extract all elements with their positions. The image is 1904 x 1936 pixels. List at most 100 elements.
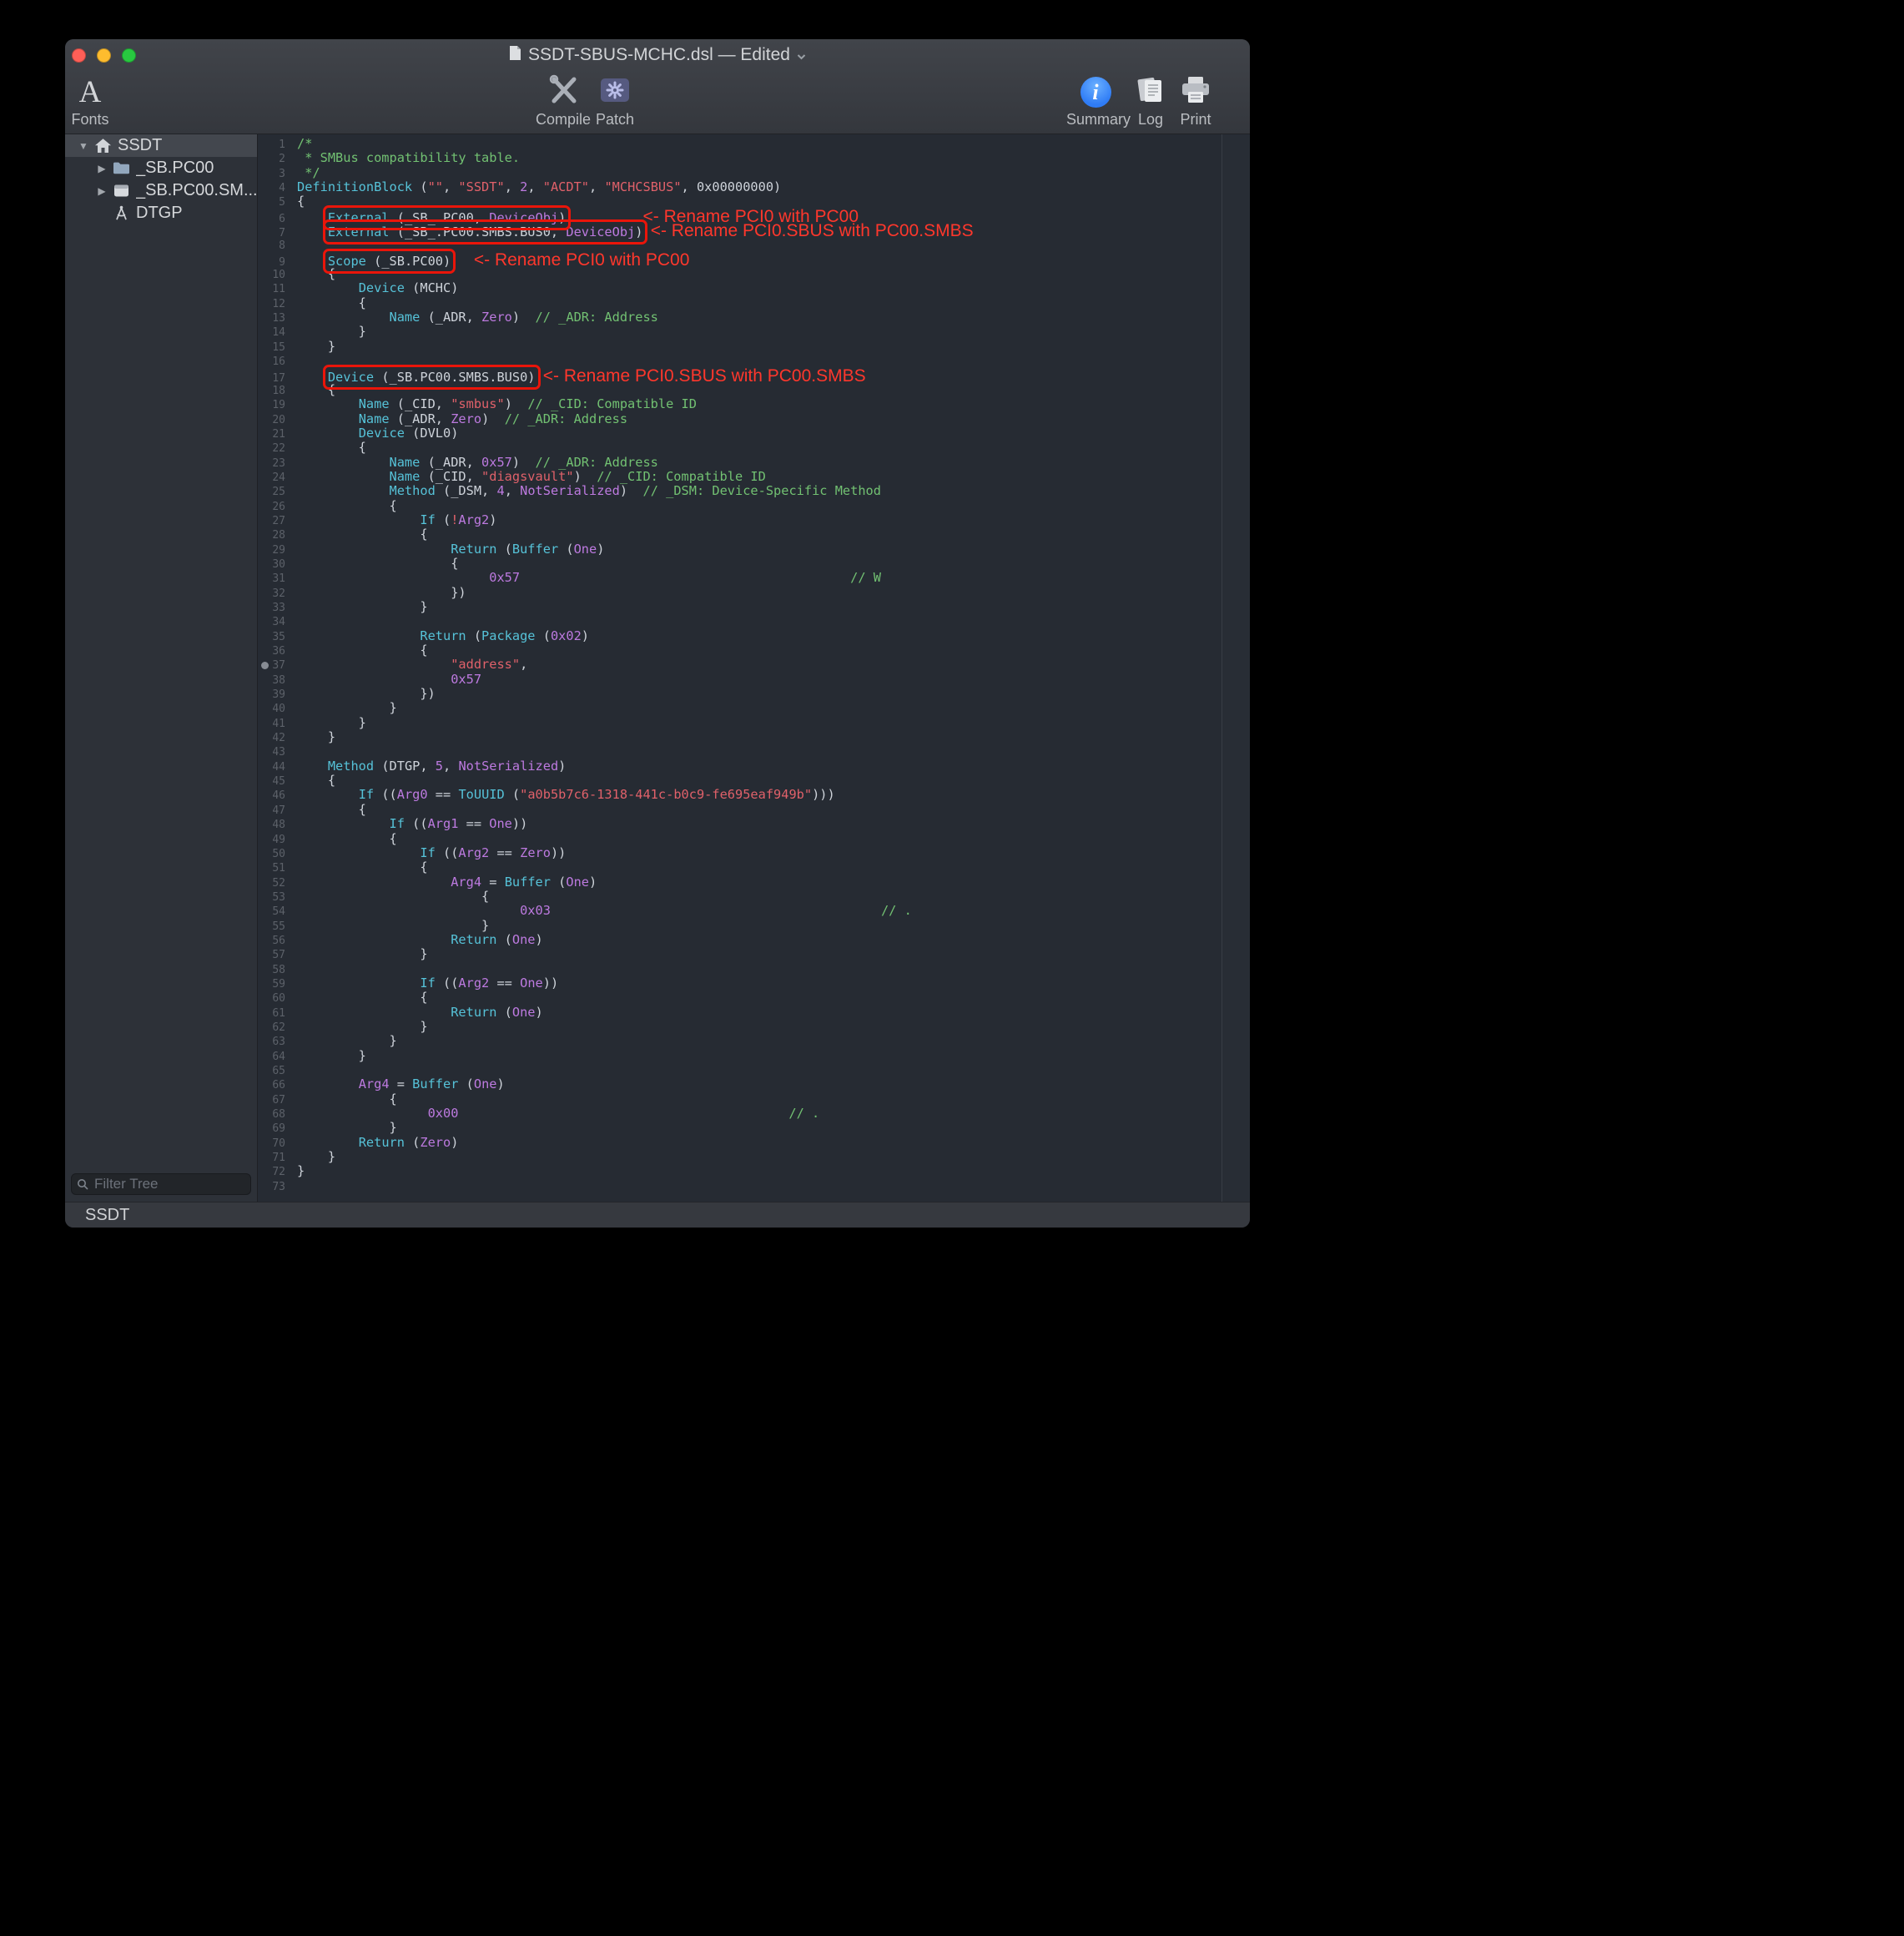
code-token: Arg2 — [458, 976, 489, 991]
line-number: 3 — [258, 167, 292, 181]
title-menu-chevron-icon[interactable] — [797, 45, 806, 65]
toolbar-label: Compile — [534, 111, 592, 129]
toolbar-label: Summary — [1066, 111, 1125, 129]
code-token: ToUUID — [458, 787, 504, 802]
rename-annotation: <- Rename PCI0.SBUS with PC00.SMBS — [651, 221, 974, 240]
code-token: One — [474, 1076, 497, 1092]
code-token — [297, 396, 359, 411]
code-editor[interactable]: 1/*2 * SMBus compatibility table.3 */4De… — [258, 134, 1221, 1202]
maciasl-window: SSDT-SBUS-MCHC.dsl — Edited A Fonts Comp… — [65, 39, 1250, 1228]
code-token: ( — [458, 1076, 473, 1092]
line-number: 15 — [258, 340, 292, 355]
code-token: ) — [512, 455, 536, 470]
code-token: If — [390, 816, 405, 831]
code-token — [297, 542, 451, 557]
code-token: 0x57 — [489, 570, 520, 585]
code-token: Arg1 — [428, 816, 459, 831]
code-token: DeviceObj — [489, 210, 558, 225]
title-area: SSDT-SBUS-MCHC.dsl — Edited — [65, 39, 1250, 71]
code-line: 40 } — [258, 701, 1221, 715]
code-token — [297, 845, 420, 860]
sidebar-item-sb-pc00-sm[interactable]: ▶_SB.PC00.SM... — [65, 179, 257, 202]
line-number: 46 — [258, 789, 292, 803]
code-token: Buffer — [512, 542, 558, 557]
line-number: 64 — [258, 1050, 292, 1064]
toolbar-label: Fonts — [65, 111, 115, 129]
code-token — [297, 411, 359, 426]
disclosure-triangle-icon[interactable]: ▼ — [75, 140, 92, 152]
code-token: ( — [405, 1135, 420, 1150]
code-token — [297, 426, 359, 441]
code-token: , — [443, 179, 458, 194]
code-token: "MCHCSBUS" — [604, 179, 681, 194]
code-token — [520, 570, 850, 585]
code-token: } — [297, 599, 428, 614]
code-token: 0x57 — [451, 672, 481, 687]
line-number: 57 — [258, 948, 292, 962]
code-token: (_SB.PC00) — [366, 254, 451, 269]
filter-tree-input[interactable] — [71, 1173, 251, 1195]
code-token: 0x00 — [428, 1106, 459, 1121]
line-number: 72 — [258, 1165, 292, 1179]
code-token: Name — [359, 396, 390, 411]
code-line: 49 { — [258, 832, 1221, 846]
code-line: 41 } — [258, 716, 1221, 730]
code-line: 67 { — [258, 1092, 1221, 1107]
code-token: "diagsvault" — [481, 469, 574, 484]
gutter-marker-dot[interactable] — [261, 662, 269, 669]
code-token: { — [297, 643, 428, 658]
code-token: Return — [451, 1005, 496, 1020]
code-line: 66 Arg4 = Buffer (One) — [258, 1077, 1221, 1092]
code-token: } — [297, 715, 366, 730]
line-number: 30 — [258, 557, 292, 572]
code-token: }) — [297, 585, 466, 600]
line-number: 38 — [258, 673, 292, 688]
code-line: 57 } — [258, 947, 1221, 961]
status-bar: SSDT — [65, 1202, 1250, 1228]
code-token: (_ADR, — [390, 411, 451, 426]
toolbar-button-compile[interactable]: Compile — [534, 73, 592, 129]
code-token: DefinitionBlock — [297, 179, 412, 194]
code-token: , — [527, 179, 542, 194]
code-token: ))) — [812, 787, 835, 802]
code-line: 26 { — [258, 499, 1221, 513]
code-line: 19 Name (_CID, "smbus") // _CID: Compati… — [258, 397, 1221, 411]
toolbar-button-patch[interactable]: Patch — [586, 73, 644, 129]
line-number: 62 — [258, 1021, 292, 1035]
code-line: 69 } — [258, 1121, 1221, 1135]
code-line: 46 If ((Arg0 == ToUUID ("a0b5b7c6-1318-4… — [258, 788, 1221, 802]
code-token: { — [297, 194, 305, 209]
disclosure-triangle-icon[interactable]: ▶ — [93, 185, 110, 197]
line-number: 29 — [258, 543, 292, 557]
toolbar-label: Patch — [586, 111, 644, 129]
code-token: If — [420, 845, 435, 860]
status-text: SSDT — [85, 1206, 129, 1225]
line-number: 8 — [258, 239, 292, 253]
code-token: , — [520, 657, 527, 672]
sidebar-item-ssdt[interactable]: ▼SSDT — [65, 134, 257, 157]
toolbar-button-print[interactable]: Print — [1166, 73, 1225, 129]
code-token: ) — [536, 932, 543, 947]
sidebar-item-sb-pc00[interactable]: ▶_SB.PC00 — [65, 157, 257, 179]
disclosure-triangle-icon[interactable]: ▶ — [93, 163, 110, 174]
window-header: SSDT-SBUS-MCHC.dsl — Edited A Fonts Comp… — [65, 39, 1250, 134]
code-token: Name — [390, 310, 421, 325]
code-token: ( — [496, 542, 511, 557]
code-token: } — [297, 339, 335, 354]
toolbar-button-fonts[interactable]: A Fonts — [65, 73, 115, 129]
code-token: )) — [551, 845, 566, 860]
line-number: 10 — [258, 268, 292, 282]
code-token: { — [297, 831, 397, 846]
toolbar-button-summary[interactable]: i Summary — [1066, 73, 1125, 129]
scrollbar-track[interactable] — [1221, 134, 1250, 1202]
code-token: Arg4 — [359, 1076, 390, 1092]
line-number: 14 — [258, 325, 292, 340]
sidebar-item-dtgp[interactable]: DTGP — [65, 202, 257, 224]
code-token — [536, 370, 543, 385]
code-line: 28 { — [258, 527, 1221, 542]
code-line: 48 If ((Arg1 == One)) — [258, 817, 1221, 831]
code-token: (MCHC) — [405, 280, 458, 295]
code-token — [297, 903, 520, 918]
document-proxy-icon[interactable] — [509, 45, 521, 66]
rename-annotation: <- Rename PCI0 with PC00 — [474, 250, 690, 270]
